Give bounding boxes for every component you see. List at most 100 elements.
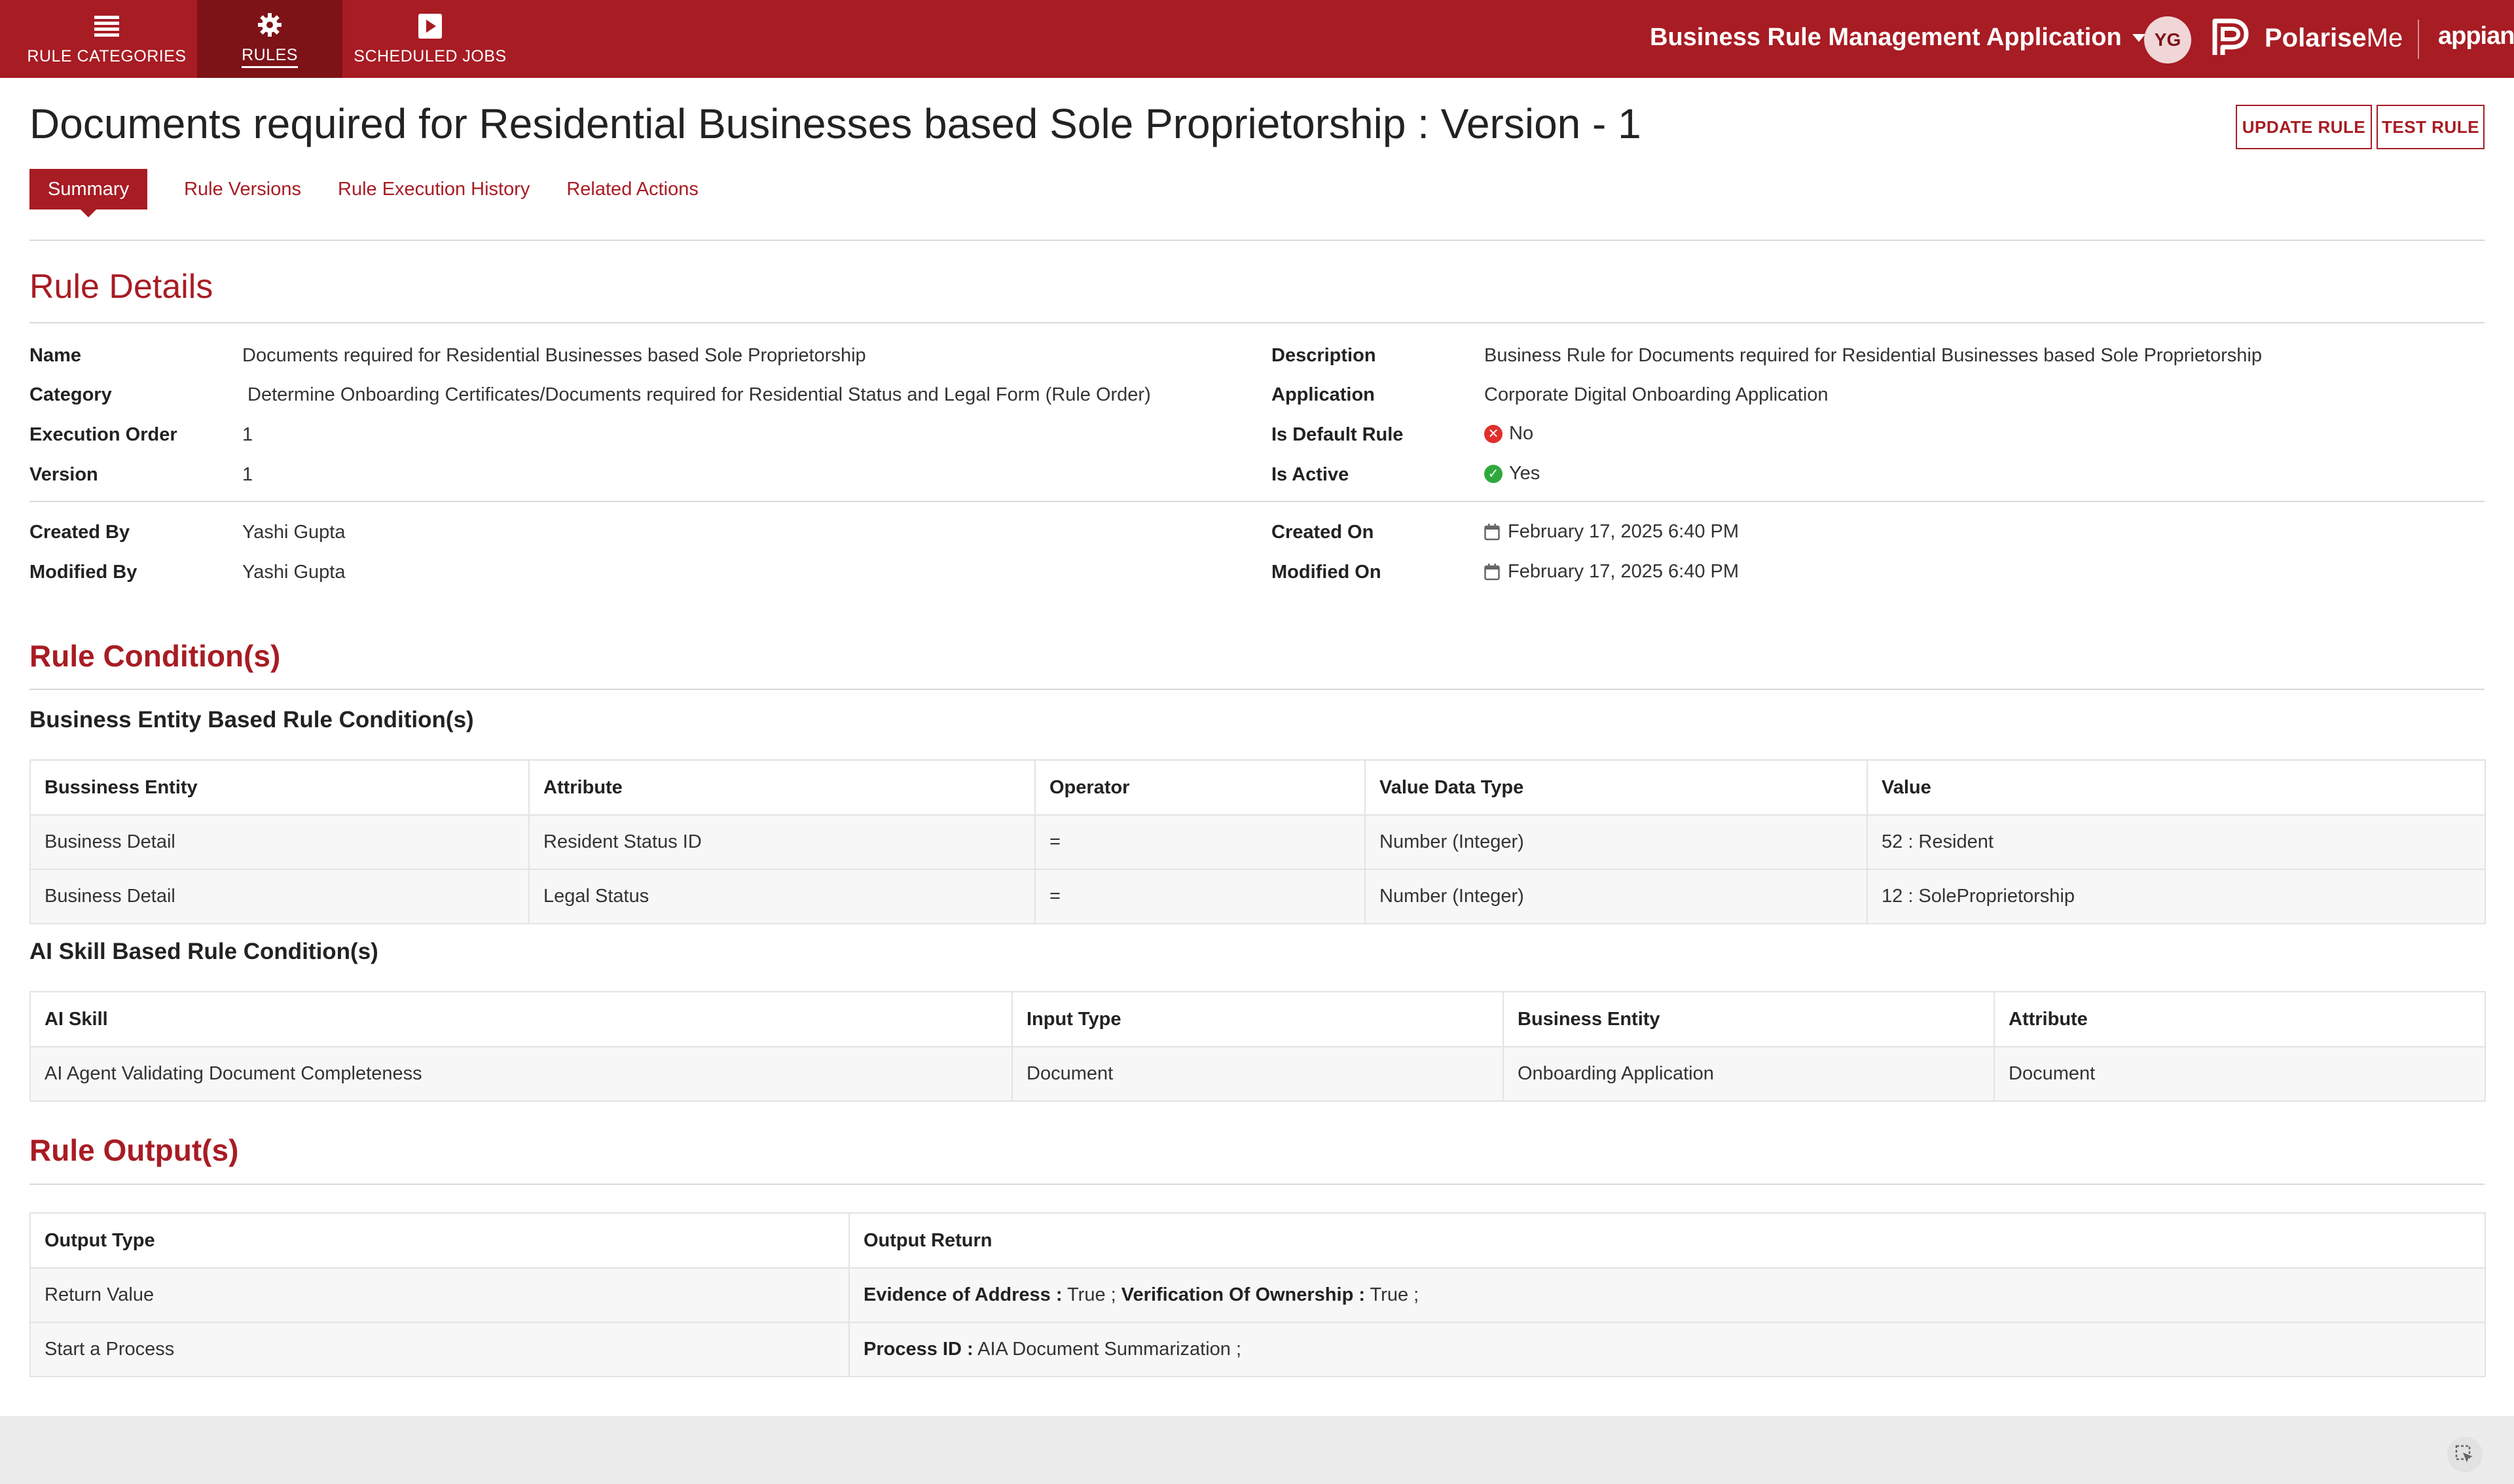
column-header: Output Return: [848, 1212, 2486, 1269]
table-cell: AI Agent Validating Document Completenes…: [29, 1046, 1013, 1102]
is-active-text: Yes: [1509, 463, 1540, 484]
rule-details-heading: Rule Details: [29, 268, 213, 306]
table-cell: Document: [1994, 1046, 2486, 1102]
entity-conditions-table: Bussiness Entity Attribute Operator Valu…: [29, 759, 2486, 924]
tab-rule-execution-history[interactable]: Rule Execution History: [338, 179, 530, 200]
created-by-value: Yashi Gupta: [242, 522, 346, 543]
output-type-cell: Start a Process: [29, 1322, 850, 1377]
table-cell: =: [1034, 869, 1366, 924]
table-header-row: Output Type Output Return: [29, 1212, 2486, 1269]
divider: [29, 1184, 2485, 1185]
divider: [29, 501, 2485, 502]
avatar[interactable]: YG: [2144, 16, 2191, 63]
table-cell: Business Detail: [29, 814, 530, 870]
is-active-value: ✓ Yes: [1484, 463, 1540, 484]
tab-rule-versions[interactable]: Rule Versions: [184, 179, 301, 200]
created-on-text: February 17, 2025 6:40 PM: [1508, 521, 1740, 542]
execution-order-value: 1: [242, 424, 253, 445]
description-label: Description: [1271, 345, 1376, 366]
table-cell: Resident Status ID: [528, 814, 1036, 870]
category-value: Determine Onboarding Certificates/Docume…: [247, 384, 1151, 405]
tab-summary[interactable]: Summary: [29, 169, 148, 217]
table-row: Business Detail Legal Status = Number (I…: [29, 869, 2486, 924]
column-header: Attribute: [1994, 991, 2486, 1047]
table-cell: 52 : Resident: [1867, 814, 2486, 870]
table-row: Return Value Evidence of Address : True …: [29, 1267, 2486, 1323]
ai-conditions-table: AI Skill Input Type Business Entity Attr…: [29, 991, 2486, 1102]
app-title: Business Rule Management Application: [1650, 24, 2122, 51]
polariseme-logo-icon: [2212, 18, 2249, 55]
table-cell: Document: [1011, 1046, 1504, 1102]
created-on-value: February 17, 2025 6:40 PM: [1484, 521, 1739, 543]
brand-divider: [2418, 20, 2419, 59]
feedback-button[interactable]: [2447, 1437, 2483, 1472]
appian-logo: appian: [2438, 22, 2514, 50]
category-label: Category: [29, 384, 112, 405]
table-cell: Onboarding Application: [1503, 1046, 1995, 1102]
list-icon: [92, 12, 121, 41]
page-title: Documents required for Residential Busin…: [29, 100, 1641, 147]
calendar-icon: [1484, 523, 1500, 540]
name-value: Documents required for Residential Busin…: [242, 345, 866, 366]
table-row: Business Detail Resident Status ID = Num…: [29, 814, 2486, 870]
table-cell: 12 : SoleProprietorship: [1867, 869, 2486, 924]
divider: [29, 240, 2485, 241]
version-label: Version: [29, 464, 98, 485]
update-rule-button[interactable]: UPDATE RULE: [2236, 105, 2372, 149]
created-on-label: Created On: [1271, 522, 1374, 543]
nav-tab-label: RULE CATEGORIES: [27, 47, 187, 65]
column-header: Operator: [1034, 759, 1366, 816]
table-cell: Number (Integer): [1364, 814, 1868, 870]
rule-outputs-heading: Rule Output(s): [29, 1133, 239, 1167]
calendar-icon: [1484, 563, 1500, 580]
divider: [29, 689, 2485, 690]
check-circle-icon: ✓: [1484, 464, 1503, 483]
table-header-row: AI Skill Input Type Business Entity Attr…: [29, 991, 2486, 1047]
nav-tab-label: RULES: [242, 46, 298, 68]
tab-related-actions[interactable]: Related Actions: [566, 179, 699, 200]
column-header: Value: [1867, 759, 2486, 816]
brand-name: PolariseMe: [2265, 23, 2403, 52]
nav-tab-scheduled-jobs[interactable]: SCHEDULED JOBS: [348, 0, 512, 78]
table-cell: =: [1034, 814, 1366, 870]
modified-on-label: Modified On: [1271, 562, 1381, 583]
nav-tab-rule-categories[interactable]: RULE CATEGORIES: [18, 0, 195, 78]
cursor-select-icon: [2455, 1445, 2473, 1462]
name-label: Name: [29, 345, 81, 366]
table-cell: Business Detail: [29, 869, 530, 924]
modified-on-text: February 17, 2025 6:40 PM: [1508, 561, 1740, 582]
modified-by-value: Yashi Gupta: [242, 562, 346, 583]
application-value: Corporate Digital Onboarding Application: [1484, 384, 1829, 405]
is-active-label: Is Active: [1271, 464, 1349, 485]
app-switcher[interactable]: Business Rule Management Application: [1650, 24, 2145, 52]
chevron-down-icon: [2132, 33, 2145, 42]
nav-tab-label: SCHEDULED JOBS: [354, 47, 507, 65]
entity-conditions-heading: Business Entity Based Rule Condition(s): [29, 707, 474, 733]
ai-conditions-heading: AI Skill Based Rule Condition(s): [29, 939, 378, 964]
nav-tab-rules[interactable]: RULES: [197, 0, 342, 78]
footer-bar: [0, 1416, 2514, 1484]
table-row: AI Agent Validating Document Completenes…: [29, 1046, 2486, 1102]
modified-on-value: February 17, 2025 6:40 PM: [1484, 561, 1739, 583]
table-cell: Number (Integer): [1364, 869, 1868, 924]
gear-icon: [255, 10, 284, 39]
table-row: Start a Process Process ID : AIA Documen…: [29, 1322, 2486, 1377]
column-header: Input Type: [1011, 991, 1504, 1047]
is-default-label: Is Default Rule: [1271, 424, 1404, 445]
execution-order-label: Execution Order: [29, 424, 177, 445]
output-return-cell: Process ID : AIA Document Summarization …: [848, 1322, 2486, 1377]
top-nav-bar: RULE CATEGORIES RULES SCHEDULED JOBS Bus…: [0, 0, 2514, 78]
column-header: Attribute: [528, 759, 1036, 816]
divider: [29, 322, 2485, 323]
column-header: Bussiness Entity: [29, 759, 530, 816]
created-by-label: Created By: [29, 522, 130, 543]
page-tabs: Summary Rule Versions Rule Execution His…: [29, 169, 735, 217]
output-type-cell: Return Value: [29, 1267, 850, 1323]
column-header: Value Data Type: [1364, 759, 1868, 816]
modified-by-label: Modified By: [29, 562, 137, 583]
test-rule-button[interactable]: TEST RULE: [2377, 105, 2485, 149]
column-header: Output Type: [29, 1212, 850, 1269]
x-circle-icon: ✕: [1484, 424, 1503, 443]
is-default-value: ✕ No: [1484, 423, 1533, 444]
column-header: AI Skill: [29, 991, 1013, 1047]
